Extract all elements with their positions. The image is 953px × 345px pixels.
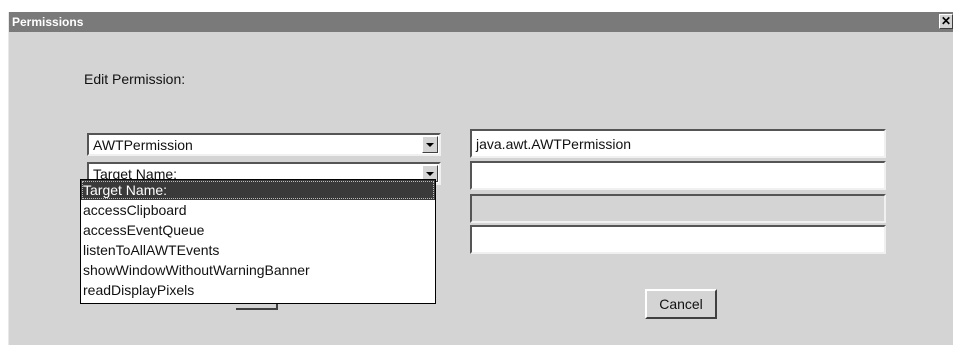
list-item[interactable]: accessEventQueue: [81, 220, 435, 240]
permission-class-value: java.awt.AWTPermission: [476, 136, 632, 152]
edit-permission-heading: Edit Permission:: [84, 71, 186, 87]
permission-type-value: AWTPermission: [93, 137, 193, 153]
list-item[interactable]: listenToAllAWTEvents: [81, 240, 435, 260]
list-item[interactable]: showWindowWithoutWarningBanner: [81, 260, 435, 280]
list-item[interactable]: Target Name:: [81, 180, 435, 200]
title-bar[interactable]: Permissions ✕: [9, 12, 953, 32]
permission-class-field[interactable]: java.awt.AWTPermission: [470, 129, 886, 158]
close-button[interactable]: ✕: [939, 14, 953, 29]
list-item[interactable]: accessClipboard: [81, 200, 435, 220]
signed-by-field[interactable]: [470, 225, 886, 254]
list-item[interactable]: readDisplayPixels: [81, 280, 435, 300]
target-name-dropdown-list[interactable]: Target Name: accessClipboard accessEvent…: [80, 179, 436, 304]
actions-field: [470, 194, 886, 223]
permission-type-combo[interactable]: AWTPermission: [87, 133, 441, 156]
chevron-down-icon[interactable]: [422, 136, 438, 153]
window-title: Permissions: [12, 15, 84, 29]
close-icon: ✕: [940, 14, 952, 28]
cancel-button[interactable]: Cancel: [645, 289, 717, 319]
target-name-field[interactable]: [470, 161, 886, 190]
